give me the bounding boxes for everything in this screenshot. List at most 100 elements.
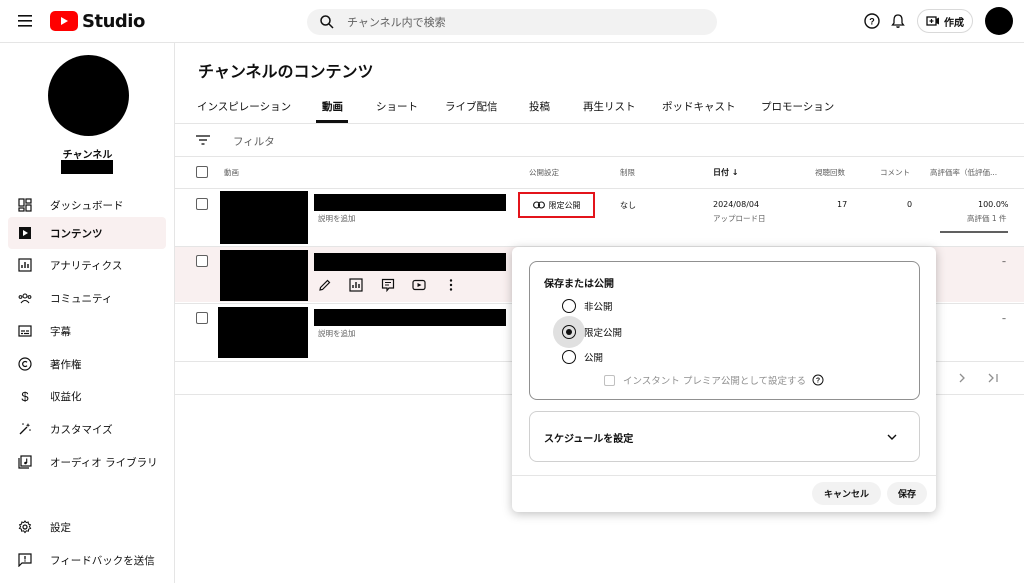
column-header-like-ratio[interactable]: 高評価率（低評価... <box>930 167 997 178</box>
active-tab-indicator <box>316 120 348 123</box>
search-input[interactable]: チャンネル内で検索 <box>347 14 446 30</box>
video-thumbnail[interactable] <box>220 191 308 244</box>
sidebar-item-label: 設定 <box>50 521 71 534</box>
more-options-icon[interactable] <box>444 278 458 292</box>
radio-unlisted[interactable] <box>562 325 576 339</box>
sidebar-item-subtitles[interactable]: 字幕 <box>8 315 166 347</box>
tab-podcasts[interactable]: ポッドキャスト <box>662 99 736 114</box>
create-label: 作成 <box>944 17 964 29</box>
option-label: 公開 <box>584 353 604 364</box>
cancel-button[interactable]: キャンセル <box>812 482 881 505</box>
sidebar-item-monetization[interactable]: $ 収益化 <box>8 380 166 412</box>
sidebar-item-customize[interactable]: カスタマイズ <box>8 413 166 445</box>
row-checkbox[interactable] <box>196 312 208 324</box>
sidebar-item-settings[interactable]: 設定 <box>8 511 166 543</box>
help-icon[interactable]: ? <box>812 374 824 386</box>
tab-live[interactable]: ライブ配信 <box>445 99 498 114</box>
radio-public[interactable] <box>562 350 576 364</box>
select-all-checkbox[interactable] <box>196 166 208 178</box>
tab-playlists[interactable]: 再生リスト <box>583 99 636 114</box>
schedule-section[interactable]: スケジュールを設定 <box>529 411 920 462</box>
link-icon <box>532 201 545 209</box>
option-private[interactable]: 非公開 <box>562 296 613 316</box>
save-or-publish-section: 保存または公開 非公開 限定公開 公開 インスタント プレミア公開として設定する… <box>529 261 920 400</box>
video-title-redacted[interactable] <box>314 253 506 271</box>
tab-videos[interactable]: 動画 <box>322 99 343 114</box>
logo-text: Studio <box>82 10 145 32</box>
last-page-icon[interactable] <box>986 372 1000 384</box>
audio-library-icon <box>18 455 32 469</box>
view-on-youtube-icon[interactable] <box>412 278 426 292</box>
menu-icon[interactable] <box>16 12 36 30</box>
column-header-date[interactable]: 日付 ↓ <box>713 167 739 178</box>
visibility-chip[interactable]: 限定公開 <box>518 192 595 218</box>
save-or-publish-title: 保存または公開 <box>544 279 614 290</box>
svg-text:?: ? <box>816 378 820 385</box>
edit-details-icon[interactable] <box>318 278 332 292</box>
analytics-icon[interactable] <box>349 278 363 292</box>
column-header-comments[interactable]: コメント <box>880 167 910 178</box>
restrictions-value: なし <box>620 201 636 210</box>
sidebar-item-community[interactable]: コミュニティ <box>8 282 166 314</box>
instant-premiere-checkbox[interactable] <box>604 374 615 386</box>
sidebar-item-feedback[interactable]: フィードバックを送信 <box>8 544 166 576</box>
tab-promotions[interactable]: プロモーション <box>761 99 834 114</box>
notifications-bell-icon[interactable] <box>889 12 907 30</box>
option-unlisted[interactable]: 限定公開 <box>553 316 623 348</box>
tab-posts[interactable]: 投稿 <box>529 99 550 114</box>
sidebar-item-analytics[interactable]: アナリティクス <box>8 249 166 281</box>
column-header-views[interactable]: 視聴回数 <box>815 167 845 178</box>
add-description-link[interactable]: 説明を追加 <box>318 328 356 339</box>
row-checkbox[interactable] <box>196 255 208 267</box>
add-description-link[interactable]: 説明を追加 <box>318 213 356 224</box>
schedule-label: スケジュールを設定 <box>544 434 634 445</box>
video-title-redacted[interactable] <box>314 309 506 326</box>
popup-divider <box>512 475 936 476</box>
sidebar-item-audio-library[interactable]: オーディオ ライブラリ <box>8 446 166 478</box>
monetization-icon: $ <box>21 389 29 403</box>
save-button[interactable]: 保存 <box>887 482 927 505</box>
option-public[interactable]: 公開 <box>562 347 603 367</box>
next-page-icon[interactable] <box>956 372 968 384</box>
video-thumbnail[interactable] <box>218 307 308 358</box>
comments-icon[interactable] <box>381 278 395 292</box>
youtube-studio-logo[interactable]: Studio <box>50 10 145 32</box>
sidebar-item-label: 収益化 <box>50 390 82 403</box>
sidebar-item-content[interactable]: コンテンツ <box>8 217 166 249</box>
sidebar: チャンネル ダッシュボード コンテンツ アナリティクス コミュニティ 字幕 著作… <box>0 43 175 583</box>
tab-inspiration[interactable]: インスピレーション <box>197 99 291 114</box>
column-header-restrictions[interactable]: 制限 <box>620 167 635 178</box>
page-title: チャンネルのコンテンツ <box>198 62 374 81</box>
channel-label: チャンネル <box>62 150 113 161</box>
video-thumbnail[interactable] <box>220 250 308 301</box>
subtitles-icon <box>18 325 32 337</box>
channel-avatar[interactable] <box>48 55 129 136</box>
filter-icon[interactable] <box>196 134 210 146</box>
sort-arrow-icon: ↓ <box>731 168 739 177</box>
filter-input[interactable]: フィルタ <box>233 134 275 149</box>
content-icon <box>19 227 31 239</box>
sidebar-item-copyright[interactable]: 著作権 <box>8 348 166 380</box>
sidebar-item-label: カスタマイズ <box>50 423 113 436</box>
copyright-icon <box>18 357 32 371</box>
instant-premiere-option[interactable]: インスタント プレミア公開として設定する ? <box>604 372 824 388</box>
column-header-visibility[interactable]: 公開設定 <box>529 167 559 178</box>
help-icon[interactable]: ? <box>863 12 881 30</box>
tab-shorts[interactable]: ショート <box>376 99 418 114</box>
visibility-popup: 保存または公開 非公開 限定公開 公開 インスタント プレミア公開として設定する… <box>512 247 936 512</box>
option-label: 限定公開 <box>584 328 623 339</box>
account-avatar[interactable] <box>985 7 1013 35</box>
radio-private[interactable] <box>562 299 576 313</box>
video-title-redacted[interactable] <box>314 194 506 211</box>
row-checkbox[interactable] <box>196 198 208 210</box>
channel-name-redacted <box>61 160 113 174</box>
search-bar[interactable]: チャンネル内で検索 <box>307 9 717 35</box>
date-type: アップロード日 <box>713 214 766 223</box>
like-ratio-value: 100.0% <box>978 200 1009 209</box>
settings-icon <box>18 520 32 534</box>
like-count: 高評価 1 件 <box>967 214 1007 223</box>
table-divider <box>175 188 1024 189</box>
like-ratio-value: – <box>1002 314 1006 323</box>
create-button[interactable]: 作成 <box>917 9 973 33</box>
youtube-play-icon <box>50 11 78 31</box>
